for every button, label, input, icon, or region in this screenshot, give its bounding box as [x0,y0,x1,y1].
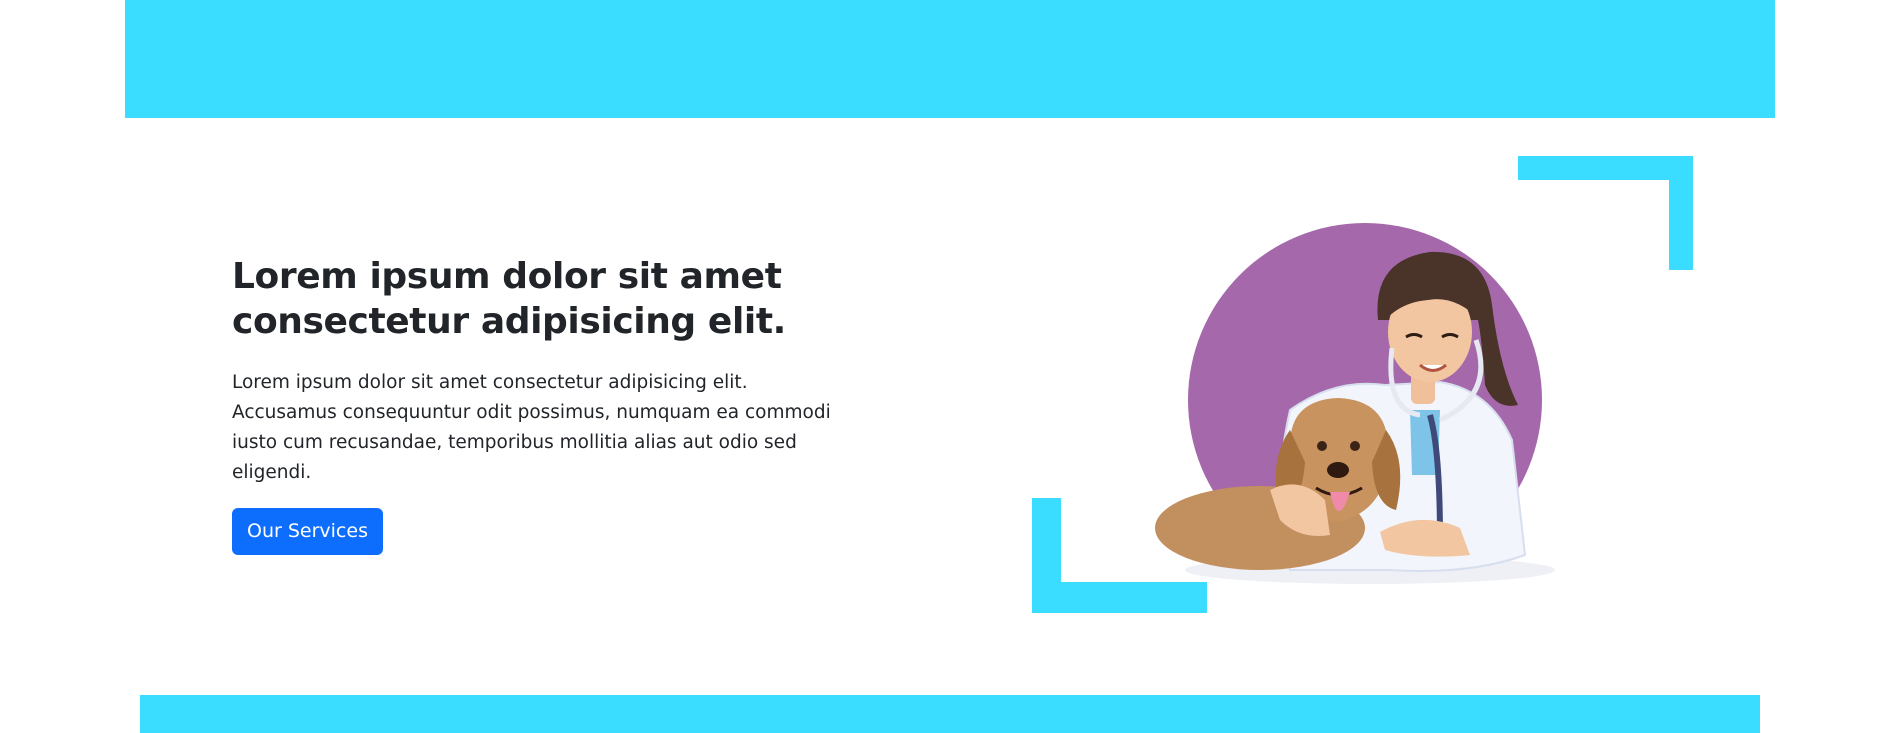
hero-title-line-2: consectetur adipisicing elit. [232,301,786,342]
hero-section: Lorem ipsum dolor sit amet consectetur a… [232,254,872,555]
page: Lorem ipsum dolor sit amet consectetur a… [0,0,1897,733]
bottom-accent-band [140,695,1760,733]
hero-description: Lorem ipsum dolor sit amet consectetur a… [232,372,831,483]
hero-title-line-1: Lorem ipsum dolor sit amet [232,256,782,297]
top-accent-band [125,0,1775,118]
veterinarian-with-dog-illustration [1155,223,1555,584]
our-services-button[interactable]: Our Services [232,508,383,555]
hero-title: Lorem ipsum dolor sit amet consectetur a… [232,254,872,344]
